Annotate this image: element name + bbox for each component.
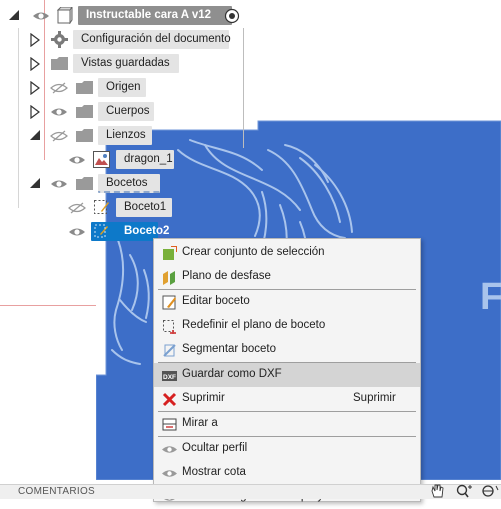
tree-item-bodies[interactable]: Cuerpos bbox=[98, 102, 154, 121]
menu-item-delete[interactable]: Suprimir Suprimir bbox=[154, 387, 420, 411]
delete-icon bbox=[162, 392, 177, 407]
expand-triangle-icon[interactable] bbox=[30, 57, 40, 71]
orbit-icon[interactable] bbox=[482, 485, 499, 497]
tree-guide-line bbox=[18, 28, 19, 208]
folder-icon bbox=[51, 57, 68, 70]
eye-icon[interactable] bbox=[68, 154, 86, 166]
eye-icon[interactable] bbox=[68, 226, 86, 238]
menu-item-offset-plane[interactable]: Plano de desfase bbox=[154, 265, 420, 289]
activate-radio-icon[interactable] bbox=[224, 8, 240, 24]
eye-hidden-icon[interactable] bbox=[50, 130, 68, 142]
collapse-triangle-icon[interactable] bbox=[29, 177, 41, 189]
eye-icon[interactable] bbox=[50, 178, 68, 190]
look-at-icon bbox=[162, 418, 177, 431]
svg-text:DXF: DXF bbox=[163, 374, 176, 381]
axis-line-horizontal bbox=[0, 305, 96, 306]
tree-item-saved-views[interactable]: Vistas guardadas bbox=[73, 54, 179, 73]
expand-triangle-icon[interactable] bbox=[30, 33, 40, 47]
menu-item-save-as-dxf[interactable]: DXF Guardar como DXF bbox=[154, 363, 420, 387]
tree-item-sketch2[interactable]: Boceto2 bbox=[91, 222, 169, 241]
folder-icon bbox=[76, 177, 93, 190]
expand-triangle-icon[interactable] bbox=[30, 105, 40, 119]
selection-set-icon bbox=[163, 246, 177, 260]
eye-icon[interactable] bbox=[50, 106, 68, 118]
tree-item-document-settings[interactable]: Configuración del documento bbox=[73, 30, 231, 49]
menu-item-create-selection-set[interactable]: Crear conjunto de selección bbox=[154, 241, 420, 265]
eye-hidden-icon[interactable] bbox=[50, 82, 68, 94]
eye-icon[interactable] bbox=[32, 10, 50, 22]
tree-item-canvases[interactable]: Lienzos bbox=[98, 126, 152, 145]
folder-icon bbox=[76, 129, 93, 142]
browser-tree: Instructable cara A v12 Configuración de… bbox=[0, 0, 252, 250]
eye-hidden-icon[interactable] bbox=[68, 202, 86, 214]
menu-item-hide-profile[interactable]: Ocultar perfil bbox=[154, 437, 420, 461]
tree-item-sketches[interactable]: Bocetos bbox=[98, 174, 160, 193]
gear-icon bbox=[51, 31, 68, 48]
tree-guide-line bbox=[243, 28, 244, 148]
navigation-toolbar bbox=[431, 484, 499, 498]
canvas-text-fragment: F bbox=[480, 276, 501, 318]
comments-panel-toggle[interactable]: COMENTARIOS bbox=[18, 486, 95, 497]
folder-icon bbox=[76, 81, 93, 94]
root-component-label[interactable]: Instructable cara A v12 bbox=[78, 6, 232, 25]
collapse-triangle-icon[interactable] bbox=[8, 9, 20, 21]
folder-icon bbox=[76, 105, 93, 118]
tree-item-sketch1[interactable]: Boceto1 bbox=[116, 198, 172, 217]
pan-hand-icon[interactable] bbox=[431, 484, 444, 498]
tree-item-origin[interactable]: Origen bbox=[98, 78, 146, 97]
zoom-icon[interactable] bbox=[456, 484, 473, 498]
offset-plane-icon bbox=[163, 271, 175, 285]
slice-sketch-icon bbox=[163, 344, 176, 357]
delete-shortcut: Suprimir bbox=[353, 392, 396, 404]
redefine-plane-icon bbox=[163, 320, 176, 334]
expand-triangle-icon[interactable] bbox=[30, 81, 40, 95]
menu-item-show-dimension[interactable]: Mostrar cota bbox=[154, 461, 420, 485]
eye-icon bbox=[162, 470, 177, 477]
collapse-triangle-icon[interactable] bbox=[29, 129, 41, 141]
sketch-icon bbox=[94, 224, 108, 238]
eye-icon bbox=[162, 446, 177, 453]
edit-sketch-icon bbox=[162, 295, 176, 310]
menu-item-look-at[interactable]: Mirar a bbox=[154, 412, 420, 436]
menu-item-redefine-sketch-plane[interactable]: Redefinir el plano de boceto bbox=[154, 314, 420, 338]
tree-item-dragon-canvas[interactable]: dragon_1 bbox=[116, 150, 174, 169]
image-canvas-icon bbox=[93, 151, 110, 168]
component-icon bbox=[57, 7, 73, 24]
context-menu: Crear conjunto de selección Plano de des… bbox=[153, 238, 421, 502]
menu-item-edit-sketch[interactable]: Editar boceto bbox=[154, 290, 420, 314]
sketch-icon bbox=[94, 200, 109, 214]
dxf-icon: DXF bbox=[162, 371, 177, 381]
menu-item-slice-sketch[interactable]: Segmentar boceto bbox=[154, 338, 420, 362]
